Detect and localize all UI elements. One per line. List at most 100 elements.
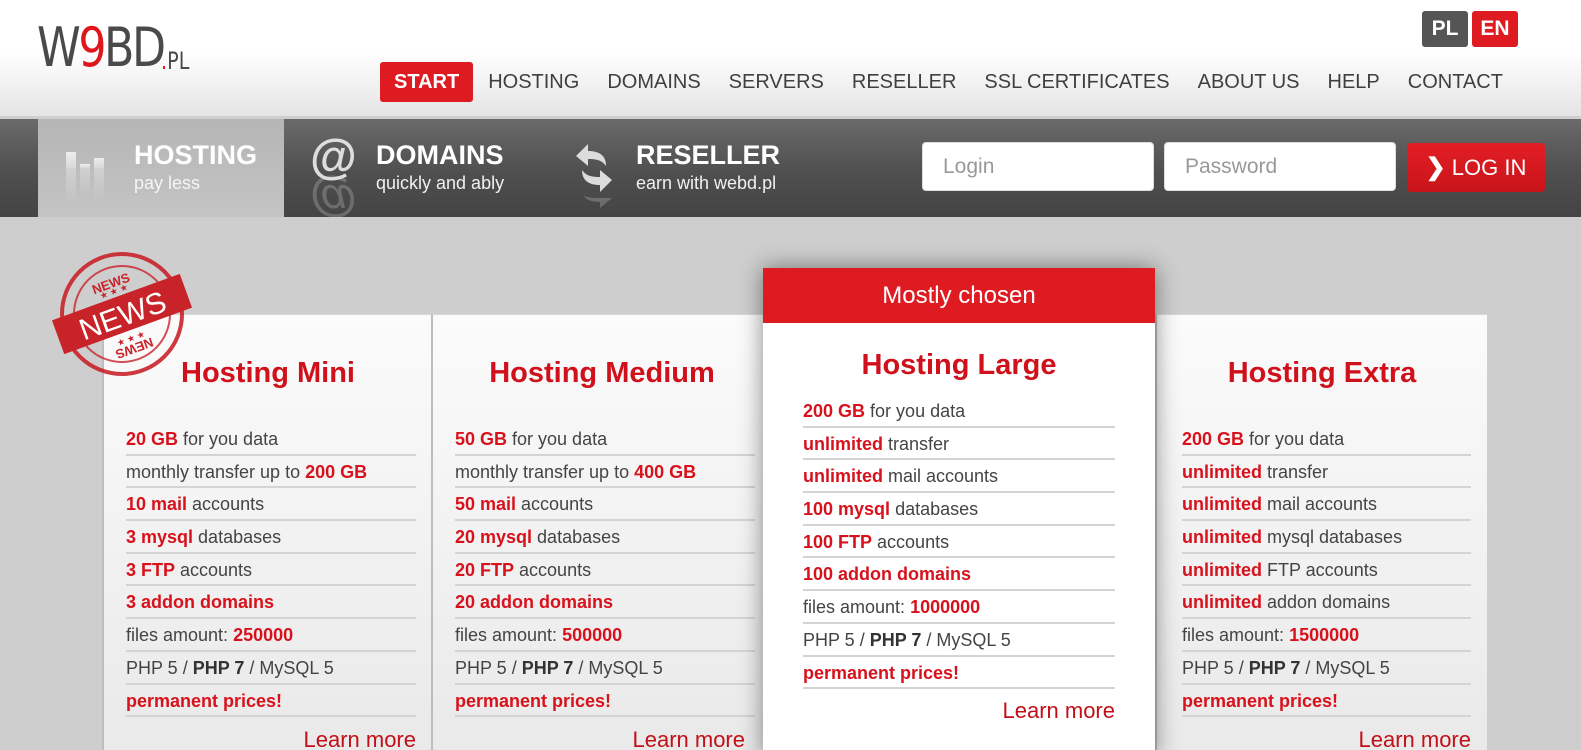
service-tab-title: DOMAINS bbox=[376, 140, 504, 170]
plan-feature-item: 3 FTP accounts bbox=[126, 554, 416, 587]
logo-letter-w: W bbox=[37, 16, 81, 79]
feature-highlight: 500000 bbox=[562, 625, 623, 646]
feature-text: / MySQL 5 bbox=[921, 629, 1011, 650]
feature-text: accounts bbox=[516, 494, 594, 515]
service-tab-reseller[interactable]: RESELLER earn with webd.pl bbox=[566, 119, 806, 217]
language-en-button[interactable]: EN bbox=[1472, 11, 1518, 47]
feature-text: PHP 5 / bbox=[126, 657, 193, 678]
service-tab-reseller-text: RESELLER earn with webd.pl bbox=[636, 140, 780, 196]
plan-feature-item: files amount: 1000000 bbox=[803, 591, 1115, 624]
plan-card-large: Mostly chosen Hosting Large 200 GB for y… bbox=[763, 268, 1155, 750]
feature-text: monthly transfer up to bbox=[126, 461, 306, 482]
plan-feature-item: 10 mail accounts bbox=[126, 488, 416, 522]
language-switcher: PL EN bbox=[1422, 11, 1518, 47]
plan-feature-item: files amount: 250000 bbox=[126, 619, 416, 652]
feature-highlight: unlimited bbox=[1182, 461, 1262, 482]
service-tab-hosting[interactable]: HOSTING pay less bbox=[38, 119, 284, 217]
feature-highlight: PHP 7 bbox=[869, 629, 922, 650]
feature-highlight: 50 GB bbox=[455, 429, 508, 449]
feature-highlight: 250000 bbox=[233, 625, 294, 646]
nav-reseller[interactable]: RESELLER bbox=[838, 62, 971, 102]
service-tab-hosting-text: HOSTING pay less bbox=[134, 140, 257, 196]
nav-about-us[interactable]: ABOUT US bbox=[1184, 62, 1314, 102]
plan-feature-item: 20 GB for you data bbox=[126, 423, 416, 456]
plan-feature-item: permanent prices! bbox=[1182, 685, 1471, 718]
plan-title: Hosting Large bbox=[861, 349, 1057, 381]
nav-domains[interactable]: DOMAINS bbox=[593, 62, 714, 102]
feature-highlight: unlimited bbox=[803, 433, 883, 454]
plan-feature-item: unlimited transfer bbox=[803, 428, 1115, 461]
site-header: W9BD .PL PL EN START HOSTING DOMAINS SER… bbox=[0, 0, 1581, 118]
feature-text: for you data bbox=[1244, 429, 1345, 449]
nav-servers[interactable]: SERVERS bbox=[715, 62, 838, 102]
feature-highlight: 20 mysql bbox=[455, 527, 533, 548]
feature-highlight: PHP 7 bbox=[521, 657, 574, 678]
plan-feature-item: monthly transfer up to 400 GB bbox=[455, 456, 755, 489]
logo-letter-red: 9 bbox=[78, 16, 106, 79]
plan-card-extra: Hosting Extra 200 GB for you data unlimit… bbox=[1155, 314, 1487, 750]
learn-more-link[interactable]: Learn more bbox=[104, 727, 416, 750]
bar-chart-icon bbox=[64, 128, 124, 208]
language-pl-button[interactable]: PL bbox=[1422, 11, 1468, 47]
webd-logo[interactable]: W9BD .PL bbox=[37, 21, 197, 75]
plan-features: 200 GB for you data unlimited transfer unl… bbox=[1182, 423, 1471, 718]
feature-text: for you data bbox=[865, 401, 966, 421]
feature-highlight: 20 GB bbox=[126, 429, 179, 449]
feature-text: FTP accounts bbox=[1262, 559, 1378, 580]
plan-feature-item: unlimited mail accounts bbox=[803, 460, 1115, 494]
plan-feature-item: PHP 5 / PHP 7 / MySQL 5 bbox=[455, 652, 755, 685]
plan-feature-item: 3 mysql databases bbox=[126, 521, 416, 554]
learn-more-link[interactable]: Learn more bbox=[1157, 727, 1471, 750]
plan-feature-item: permanent prices! bbox=[126, 685, 416, 718]
plan-feature-item: 50 mail accounts bbox=[455, 488, 755, 522]
feature-highlight: 3 mysql bbox=[126, 527, 194, 548]
chevron-right-icon: ❯ bbox=[1425, 154, 1446, 181]
feature-text: mysql databases bbox=[1262, 527, 1403, 548]
plan-title: Hosting Medium bbox=[489, 357, 715, 389]
plan-feature-item: permanent prices! bbox=[803, 657, 1115, 690]
feature-highlight: permanent prices! bbox=[126, 690, 283, 711]
log-in-button[interactable]: ❯ LOG IN bbox=[1407, 143, 1545, 192]
plan-feature-item: 200 GB for you data bbox=[803, 395, 1115, 428]
feature-highlight: 20 addon domains bbox=[455, 592, 614, 613]
plan-features: 20 GB for you data monthly transfer up to… bbox=[126, 423, 416, 718]
feature-text: accounts bbox=[187, 494, 265, 515]
feature-text: files amount: bbox=[803, 597, 911, 618]
logo-tld: .PL bbox=[161, 48, 189, 74]
plan-feature-item: 50 GB for you data bbox=[455, 423, 755, 456]
nav-help[interactable]: HELP bbox=[1314, 62, 1394, 102]
feature-highlight: 100 addon domains bbox=[803, 564, 972, 585]
feature-highlight: 3 addon domains bbox=[126, 592, 275, 613]
logo-letters-bd: BD bbox=[104, 16, 166, 79]
feature-highlight: 100 mysql bbox=[803, 499, 891, 520]
service-tab-domains[interactable]: @ @ DOMAINS quickly and ably bbox=[306, 119, 536, 226]
feature-highlight: permanent prices! bbox=[803, 662, 960, 683]
feature-text: databases bbox=[532, 527, 621, 548]
logo-tld-text: PL bbox=[167, 47, 190, 75]
learn-more-link[interactable]: Learn more bbox=[433, 727, 745, 750]
nav-contact[interactable]: CONTACT bbox=[1394, 62, 1517, 102]
nav-ssl-certificates[interactable]: SSL CERTIFICATES bbox=[970, 62, 1183, 102]
service-tab-title: HOSTING bbox=[134, 140, 258, 170]
feature-text: databases bbox=[193, 527, 282, 548]
feature-highlight: 20 FTP bbox=[455, 559, 515, 580]
learn-more-link[interactable]: Learn more bbox=[763, 698, 1115, 724]
plan-feature-item: files amount: 1500000 bbox=[1182, 619, 1471, 652]
feature-highlight: 400 GB bbox=[634, 461, 697, 482]
plan-feature-item: 3 addon domains bbox=[126, 586, 416, 620]
password-input[interactable] bbox=[1164, 142, 1396, 191]
plan-title: Hosting Extra bbox=[1227, 357, 1417, 389]
feature-highlight: 100 FTP bbox=[803, 531, 873, 552]
news-stamp-icon: NEWS NEWS NEWS ★ ★ ★ ★ ★ ★ bbox=[52, 252, 192, 376]
logo-wordmark: W9BD bbox=[37, 21, 166, 75]
feature-highlight: unlimited bbox=[1182, 527, 1262, 548]
feature-text: PHP 5 / bbox=[1182, 657, 1249, 678]
feature-text: addon domains bbox=[1262, 592, 1391, 613]
nav-start[interactable]: START bbox=[380, 62, 474, 102]
feature-text: / MySQL 5 bbox=[573, 657, 663, 678]
feature-text: files amount: bbox=[1182, 625, 1290, 646]
feature-text: for you data bbox=[178, 429, 279, 449]
feature-text: accounts bbox=[175, 559, 253, 580]
login-input[interactable] bbox=[922, 142, 1154, 191]
nav-hosting[interactable]: HOSTING bbox=[474, 62, 593, 102]
